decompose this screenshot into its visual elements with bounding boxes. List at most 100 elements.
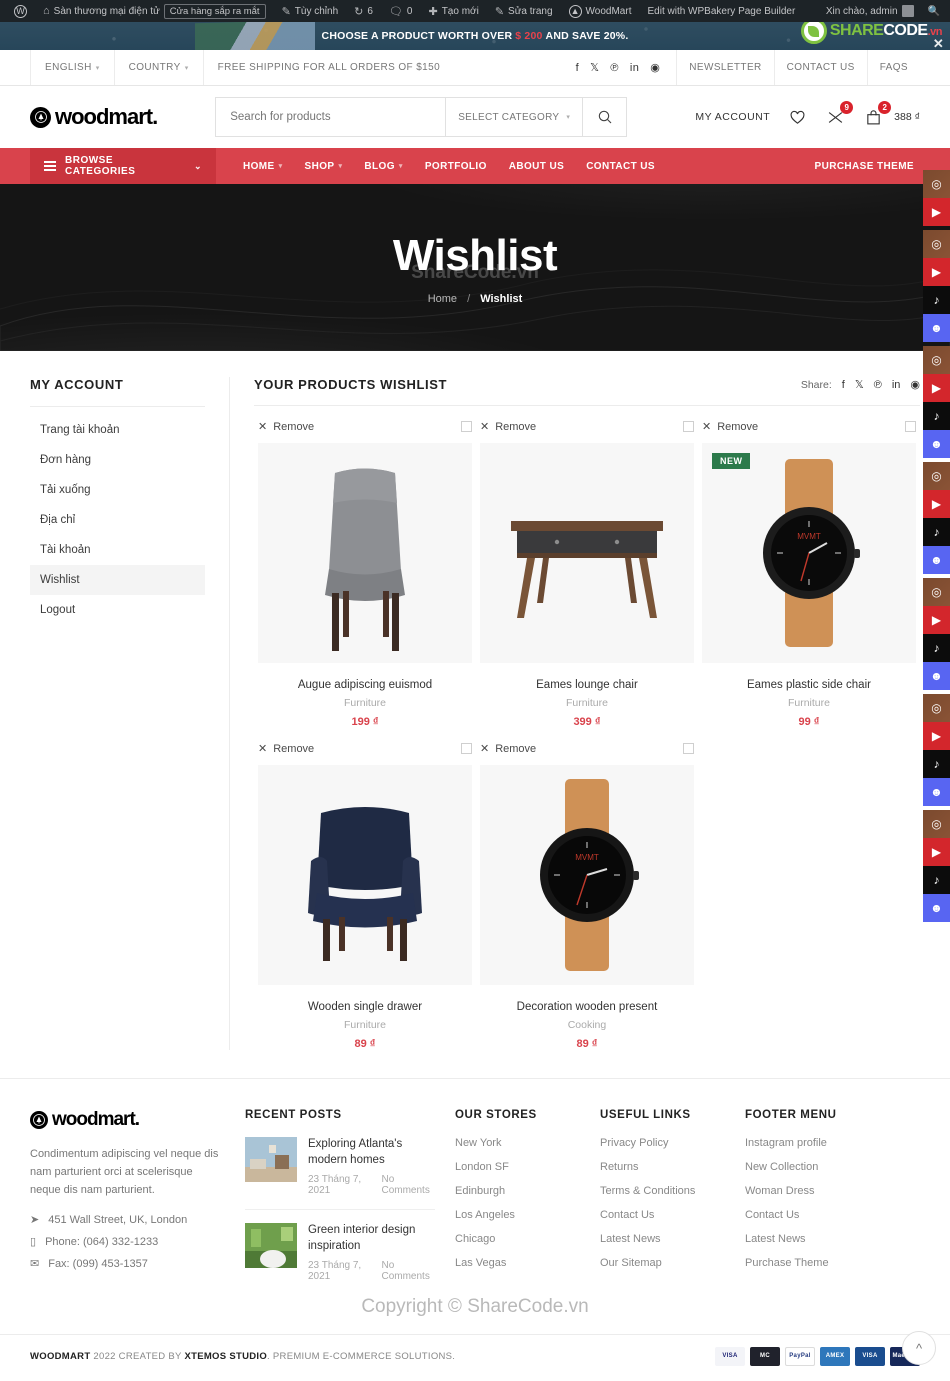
site-name-menu[interactable]: ⌂ Sàn thương mại điện tử Cửa hàng sắp ra… <box>35 0 274 22</box>
tiktok-icon[interactable]: ♪ <box>923 518 950 546</box>
nav-item-contact[interactable]: CONTACT US <box>575 161 666 172</box>
remove-button[interactable]: ✕ Remove <box>258 742 314 756</box>
footer-menu-link[interactable]: Latest News <box>745 1233 905 1245</box>
sidebar-item-account-page[interactable]: Trang tài khoản <box>30 415 205 445</box>
product-name[interactable]: Augue adipiscing euismod <box>254 679 476 691</box>
youtube-icon[interactable]: ▶ <box>923 606 950 634</box>
cart-button[interactable]: 2 <box>862 101 892 128</box>
breadcrumb-home[interactable]: Home <box>428 293 457 305</box>
wp-logo-menu[interactable]: W <box>6 0 35 22</box>
discord-icon[interactable]: ☻ <box>923 430 950 458</box>
topbar-link-newsletter[interactable]: NEWSLETTER <box>676 50 773 85</box>
tiktok-icon[interactable]: ♪ <box>923 866 950 894</box>
pinterest-icon[interactable]: ℗ <box>874 379 882 391</box>
search-input[interactable] <box>216 98 446 136</box>
product-search[interactable]: SELECT CATEGORY ▾ <box>215 97 628 137</box>
facebook-icon[interactable]: f <box>842 379 845 391</box>
recent-post-item[interactable]: Green interior design inspiration 23 Thá… <box>245 1223 435 1295</box>
store-link[interactable]: Edinburgh <box>455 1185 600 1197</box>
search-icon[interactable]: 🔍 <box>928 6 940 17</box>
select-checkbox[interactable] <box>460 743 472 754</box>
product-thumbnail[interactable]: MVMT <box>479 765 694 985</box>
store-link[interactable]: Las Vegas <box>455 1257 600 1269</box>
product-name[interactable]: Eames plastic side chair <box>698 679 920 691</box>
compare-button[interactable]: 9 <box>824 101 854 128</box>
instagram-icon[interactable]: ◎ <box>923 346 950 374</box>
category-select[interactable]: SELECT CATEGORY ▾ <box>445 98 582 136</box>
useful-link[interactable]: Terms & Conditions <box>600 1185 745 1197</box>
close-icon[interactable]: ✕ <box>933 36 944 50</box>
discord-icon[interactable]: ☻ <box>923 546 950 574</box>
instagram-icon[interactable]: ◎ <box>923 694 950 722</box>
useful-link[interactable]: Contact Us <box>600 1209 745 1221</box>
instagram-icon[interactable]: ◎ <box>923 462 950 490</box>
telegram-icon[interactable]: ◉ <box>910 378 920 391</box>
tiktok-icon[interactable]: ♪ <box>923 286 950 314</box>
discord-icon[interactable]: ☻ <box>923 778 950 806</box>
footer-menu-link[interactable]: Purchase Theme <box>745 1257 905 1269</box>
new-content-menu[interactable]: ✚ Tạo mới <box>420 0 486 22</box>
instagram-icon[interactable]: ◎ <box>923 230 950 258</box>
x-twitter-icon[interactable]: 𝕏 <box>590 61 599 74</box>
footer-menu-link[interactable]: Woman Dress <box>745 1185 905 1197</box>
pinterest-icon[interactable]: ℗ <box>610 62 619 74</box>
tiktok-icon[interactable]: ♪ <box>923 634 950 662</box>
discord-icon[interactable]: ☻ <box>923 662 950 690</box>
discord-icon[interactable]: ☻ <box>923 894 950 922</box>
x-twitter-icon[interactable]: 𝕏 <box>855 378 864 391</box>
tiktok-icon[interactable]: ♪ <box>923 750 950 778</box>
select-checkbox[interactable] <box>904 421 916 432</box>
nav-item-about[interactable]: ABOUT US <box>498 161 575 172</box>
youtube-icon[interactable]: ▶ <box>923 258 950 286</box>
remove-button[interactable]: ✕ Remove <box>480 742 536 756</box>
product-name[interactable]: Eames lounge chair <box>476 679 698 691</box>
store-link[interactable]: London SF <box>455 1161 600 1173</box>
footer-menu-link[interactable]: Contact Us <box>745 1209 905 1221</box>
sidebar-item-downloads[interactable]: Tải xuống <box>30 475 205 505</box>
useful-link[interactable]: Privacy Policy <box>600 1137 745 1149</box>
customize-menu[interactable]: ✎ Tùy chỉnh <box>274 0 347 22</box>
useful-link[interactable]: Our Sitemap <box>600 1257 745 1269</box>
youtube-icon[interactable]: ▶ <box>923 838 950 866</box>
search-button[interactable] <box>582 98 626 136</box>
youtube-icon[interactable]: ▶ <box>923 198 950 226</box>
youtube-icon[interactable]: ▶ <box>923 722 950 750</box>
wishlist-button[interactable] <box>786 106 808 128</box>
useful-link[interactable]: Returns <box>600 1161 745 1173</box>
sidebar-item-addresses[interactable]: Địa chỉ <box>30 505 205 535</box>
product-name[interactable]: Decoration wooden present <box>476 1001 698 1013</box>
facebook-icon[interactable]: f <box>576 62 579 74</box>
select-checkbox[interactable] <box>460 421 472 432</box>
comments-menu[interactable]: 🗨 0 <box>381 0 421 22</box>
discord-icon[interactable]: ☻ <box>923 314 950 342</box>
select-checkbox[interactable] <box>682 421 694 432</box>
instagram-icon[interactable]: ◎ <box>923 170 950 198</box>
topbar-link-contact[interactable]: CONTACT US <box>773 50 867 85</box>
scroll-to-top-button[interactable]: ^ <box>902 1331 936 1365</box>
youtube-icon[interactable]: ▶ <box>923 490 950 518</box>
user-greeting-menu[interactable]: Xin chào, admin <box>818 0 922 22</box>
nav-item-portfolio[interactable]: PORTFOLIO <box>414 161 498 172</box>
topbar-link-faqs[interactable]: FAQS <box>866 50 920 85</box>
product-thumbnail[interactable] <box>479 443 694 663</box>
remove-button[interactable]: ✕ Remove <box>702 420 758 434</box>
store-link[interactable]: Chicago <box>455 1233 600 1245</box>
product-thumbnail[interactable] <box>258 765 472 985</box>
select-checkbox[interactable] <box>682 743 694 754</box>
nav-item-home[interactable]: HOME ▾ <box>232 161 294 172</box>
footer-menu-link[interactable]: Instagram profile <box>745 1137 905 1149</box>
telegram-icon[interactable]: ◉ <box>650 61 660 74</box>
nav-item-blog[interactable]: BLOG ▾ <box>353 161 413 172</box>
theme-menu[interactable]: ▲ WoodMart <box>561 0 640 22</box>
updates-menu[interactable]: ↻ 6 <box>346 0 381 22</box>
product-thumbnail[interactable]: NEW MVMT <box>701 443 916 663</box>
linkedin-icon[interactable]: in <box>630 62 639 74</box>
useful-link[interactable]: Latest News <box>600 1233 745 1245</box>
instagram-icon[interactable]: ◎ <box>923 810 950 838</box>
language-switcher[interactable]: ENGLISH ▾ <box>30 50 115 85</box>
my-account-link[interactable]: MY ACCOUNT <box>695 111 770 123</box>
remove-button[interactable]: ✕ Remove <box>480 420 536 434</box>
product-thumbnail[interactable] <box>258 443 472 663</box>
wpbakery-menu[interactable]: Edit with WPBakery Page Builder <box>639 0 803 22</box>
store-link[interactable]: New York <box>455 1137 600 1149</box>
